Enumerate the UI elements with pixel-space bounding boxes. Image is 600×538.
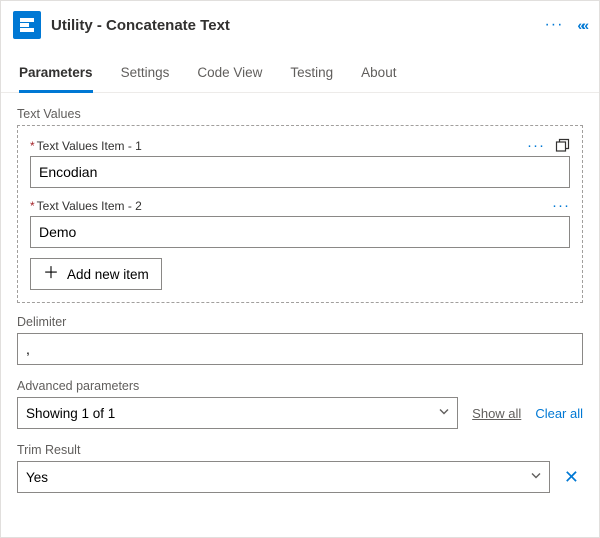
- advanced-row: Show all Clear all: [17, 397, 583, 429]
- show-all-link[interactable]: Show all: [472, 406, 521, 421]
- trim-select-wrap: [17, 461, 550, 493]
- required-star-icon: *: [30, 199, 35, 213]
- item-more-icon[interactable]: ···: [552, 198, 570, 213]
- header-actions: ··· ««: [544, 17, 585, 33]
- item-more-icon[interactable]: ···: [527, 138, 545, 153]
- header: Utility - Concatenate Text ··· ««: [1, 1, 599, 49]
- text-values-array: *Text Values Item - 1 ···: [17, 125, 583, 303]
- tab-about[interactable]: About: [361, 59, 396, 93]
- app-icon: [13, 11, 41, 39]
- popout-icon[interactable]: [555, 138, 570, 153]
- trim-row: ✕: [17, 461, 583, 493]
- array-item: *Text Values Item - 2 ···: [30, 198, 570, 248]
- collapse-icon[interactable]: ««: [577, 17, 585, 33]
- clear-all-link[interactable]: Clear all: [535, 406, 583, 421]
- remove-icon[interactable]: ✕: [560, 464, 583, 490]
- trim-result-field: Trim Result ✕: [17, 443, 583, 493]
- tab-testing[interactable]: Testing: [290, 59, 333, 93]
- trim-label: Trim Result: [17, 443, 583, 457]
- item-actions: ···: [527, 138, 570, 153]
- delimiter-field: Delimiter: [17, 315, 583, 365]
- add-new-item-button[interactable]: ＋ Add new item: [30, 258, 162, 290]
- item-actions: ···: [552, 198, 570, 213]
- page-title: Utility - Concatenate Text: [51, 17, 534, 34]
- advanced-select[interactable]: [17, 397, 458, 429]
- advanced-parameters: Advanced parameters Show all Clear all: [17, 379, 583, 429]
- text-value-input-2[interactable]: [30, 216, 570, 248]
- text-value-input-1[interactable]: [30, 156, 570, 188]
- delimiter-input[interactable]: [17, 333, 583, 365]
- text-values-label: Text Values: [17, 107, 583, 121]
- required-star-icon: *: [30, 139, 35, 153]
- advanced-label: Advanced parameters: [17, 379, 583, 393]
- tabs: Parameters Settings Code View Testing Ab…: [1, 49, 599, 93]
- add-button-label: Add new item: [67, 267, 149, 282]
- advanced-select-wrap: [17, 397, 458, 429]
- item-label: *Text Values Item - 1: [30, 139, 142, 153]
- trim-select[interactable]: [17, 461, 550, 493]
- item-label: *Text Values Item - 2: [30, 199, 142, 213]
- panel-body: Text Values *Text Values Item - 1 ···: [1, 93, 599, 537]
- tab-code-view[interactable]: Code View: [197, 59, 262, 93]
- item-header: *Text Values Item - 1 ···: [30, 138, 570, 153]
- action-panel: Utility - Concatenate Text ··· «« Parame…: [0, 0, 600, 538]
- array-item: *Text Values Item - 1 ···: [30, 138, 570, 188]
- delimiter-label: Delimiter: [17, 315, 583, 329]
- more-icon[interactable]: ···: [544, 17, 563, 33]
- tab-settings[interactable]: Settings: [121, 59, 170, 93]
- plus-icon: ＋: [43, 266, 59, 282]
- item-header: *Text Values Item - 2 ···: [30, 198, 570, 213]
- tab-parameters[interactable]: Parameters: [19, 59, 93, 93]
